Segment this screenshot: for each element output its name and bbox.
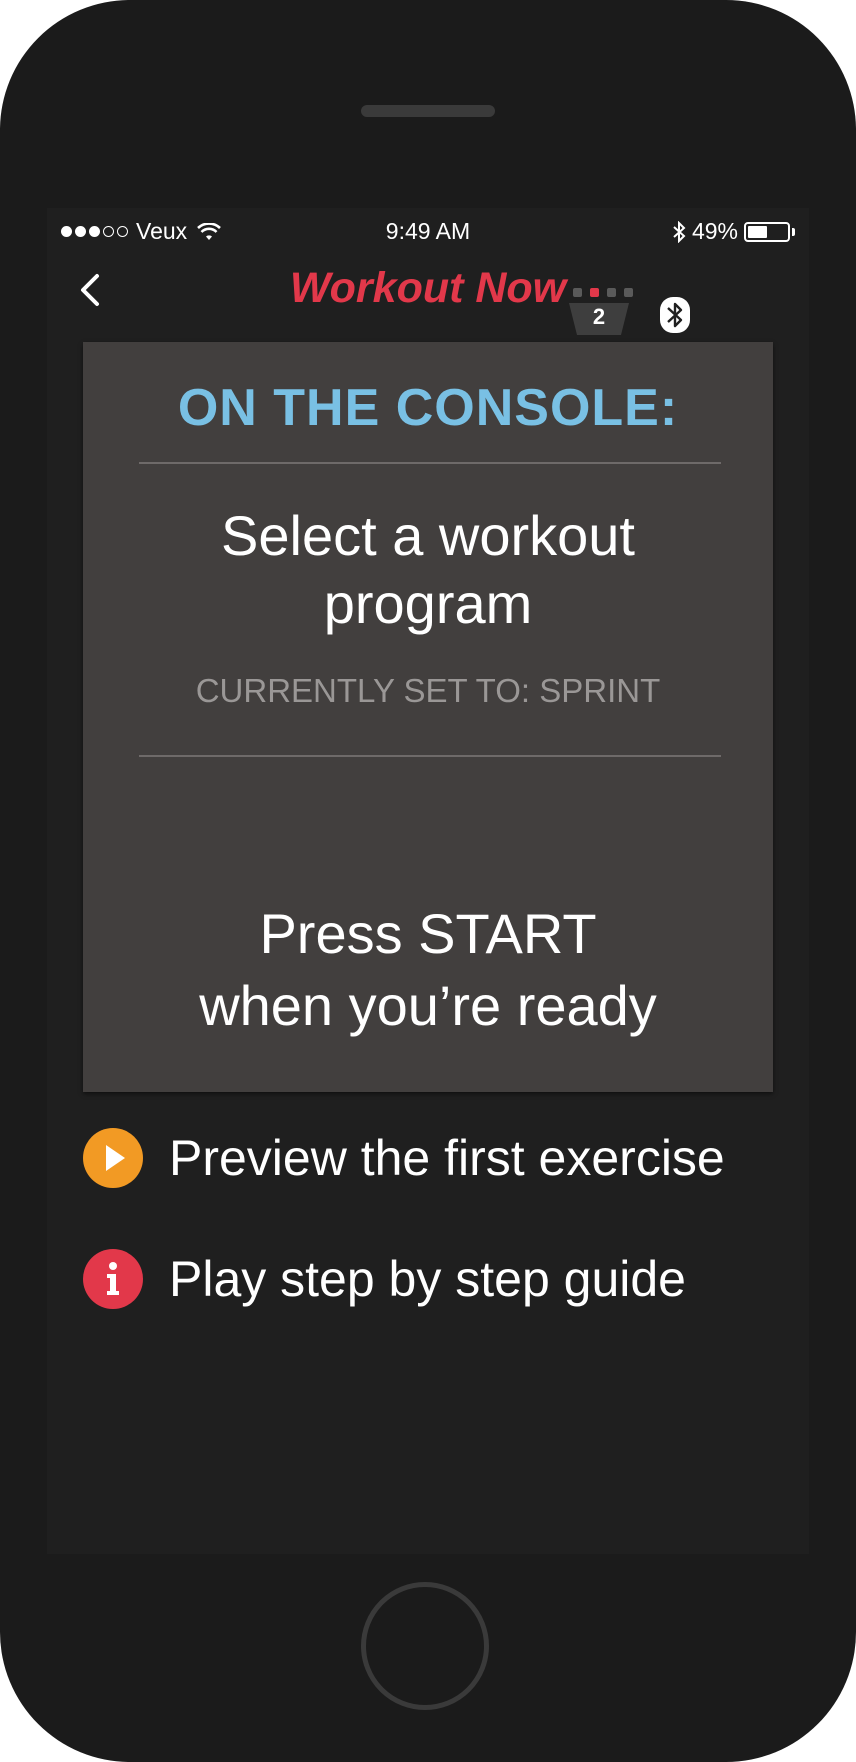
phone-speaker bbox=[361, 105, 495, 117]
divider bbox=[139, 462, 721, 464]
nav-bar: Workout Now 2 bbox=[47, 258, 809, 338]
info-glyph bbox=[107, 1262, 119, 1295]
status-bar: Veux 9:49 AM 49% bbox=[47, 208, 809, 258]
step-select-line1: Select a workout bbox=[221, 504, 635, 567]
level-dot bbox=[573, 288, 582, 297]
level-dot bbox=[607, 288, 616, 297]
bluetooth-icon bbox=[660, 297, 690, 333]
battery-fill bbox=[748, 225, 767, 238]
bluetooth-button[interactable] bbox=[659, 296, 691, 334]
level-indicator[interactable]: 2 bbox=[567, 288, 633, 336]
step-start-line2: when you’re ready bbox=[199, 974, 657, 1037]
preview-exercise-label: Preview the first exercise bbox=[169, 1130, 725, 1186]
phone-frame: Veux 9:49 AM 49% Workout Now 2 ON THE CO… bbox=[0, 0, 856, 1762]
page-title: Workout Now bbox=[289, 264, 567, 312]
step-select-program: Select a workout program bbox=[83, 502, 773, 638]
bluetooth-status-icon bbox=[673, 220, 686, 243]
step-select-line2: program bbox=[323, 572, 533, 635]
divider bbox=[139, 755, 721, 757]
current-program-setting: CURRENTLY SET TO: SPRINT bbox=[195, 672, 661, 709]
info-icon bbox=[83, 1249, 143, 1309]
step-press-start: Press START when you’re ready bbox=[83, 898, 773, 1042]
step-guide-button[interactable]: Play step by step guide bbox=[83, 1244, 783, 1314]
level-dot-active bbox=[590, 288, 599, 297]
level-dots bbox=[573, 288, 633, 297]
level-number: 2 bbox=[592, 304, 606, 329]
status-right: 49% bbox=[672, 218, 795, 245]
battery-percent: 49% bbox=[691, 218, 738, 244]
battery-icon bbox=[744, 221, 790, 242]
play-triangle bbox=[106, 1145, 125, 1171]
play-icon bbox=[83, 1128, 143, 1188]
console-heading: ON THE CONSOLE: bbox=[177, 379, 679, 437]
step-start-line1: Press START bbox=[259, 902, 597, 965]
preview-exercise-button[interactable]: Preview the first exercise bbox=[83, 1123, 783, 1193]
step-guide-label: Play step by step guide bbox=[169, 1251, 686, 1307]
level-dot bbox=[624, 288, 633, 297]
battery-cap bbox=[792, 227, 795, 236]
console-instructions-card: ON THE CONSOLE: Select a workout program… bbox=[83, 342, 773, 1092]
home-button[interactable] bbox=[361, 1582, 489, 1710]
app-screen: Veux 9:49 AM 49% Workout Now 2 ON THE CO… bbox=[47, 208, 809, 1554]
